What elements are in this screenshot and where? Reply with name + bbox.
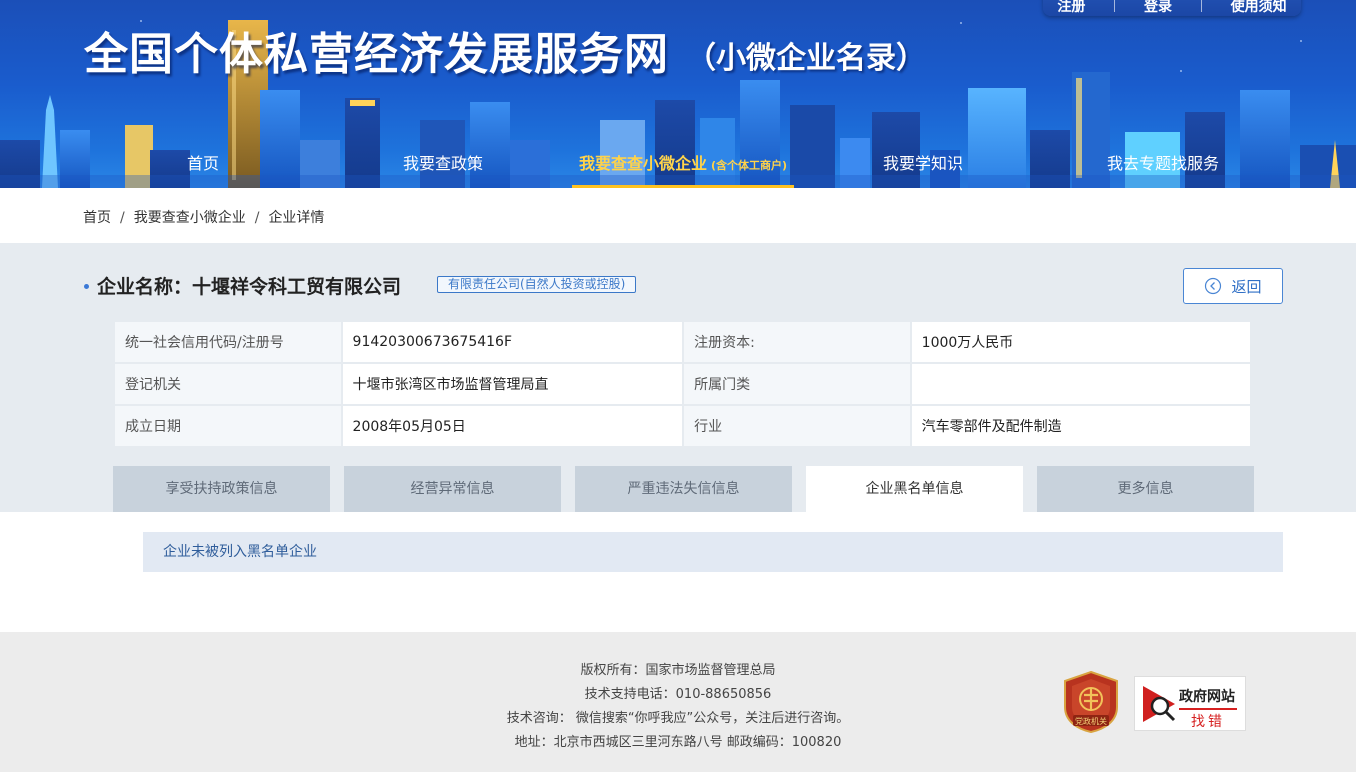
nav-home[interactable]: 首页 bbox=[160, 144, 246, 188]
nav-topic-services-label: 我去专题找服务 bbox=[1106, 154, 1219, 173]
gov-site-label: 政府网站 bbox=[1179, 689, 1235, 705]
party-badge-label: 党政机关 bbox=[1075, 716, 1107, 726]
industry-label: 行业 bbox=[682, 404, 912, 448]
tab-support-policy[interactable]: 享受扶持政策信息 bbox=[113, 466, 330, 512]
company-name: 企业名称：十堰祥令科工贸有限公司 bbox=[97, 276, 402, 298]
gov-site-error-report-badge[interactable]: 政府网站 找错 bbox=[1134, 676, 1246, 731]
register-link[interactable]: 注册 bbox=[1057, 0, 1085, 16]
industry-value: 汽车零部件及配件制造 bbox=[909, 404, 1253, 448]
founded-date-label: 成立日期 bbox=[113, 404, 343, 448]
site-subtitle: （小微企业名录） bbox=[686, 41, 926, 76]
credit-code-value: 91420300673675416F bbox=[340, 320, 685, 364]
company-type-badge: 有限责任公司(自然人投资或控股) bbox=[437, 276, 637, 293]
divider bbox=[1200, 0, 1202, 12]
party-government-badge-icon[interactable]: 党政机关 bbox=[1063, 671, 1119, 733]
top-account-bar: 注册 登录 使用须知 bbox=[1043, 0, 1301, 16]
nav-policy[interactable]: 我要查政策 bbox=[388, 144, 498, 188]
category-value bbox=[909, 362, 1253, 406]
blacklist-result: 企业未被列入黑名单企业 bbox=[143, 532, 1283, 572]
tab-blacklist[interactable]: 企业黑名单信息 bbox=[806, 466, 1023, 512]
credit-code-label: 统一社会信用代码/注册号 bbox=[113, 320, 343, 364]
registered-capital-label: 注册资本: bbox=[682, 320, 912, 364]
back-button-label: 返回 bbox=[1231, 277, 1262, 296]
nav-policy-label: 我要查政策 bbox=[402, 154, 483, 173]
nav-small-business-label: 我要查查小微企业 bbox=[578, 154, 707, 173]
nav-small-business-note: (含个体工商户) bbox=[710, 159, 788, 172]
tab-more-info[interactable]: 更多信息 bbox=[1037, 466, 1254, 512]
footer-address: 地址：北京市西城区三里河东路八号 邮政编码：100820 bbox=[514, 735, 842, 750]
table-row: 统一社会信用代码/注册号 91420300673675416F 注册资本: 10… bbox=[113, 320, 1253, 364]
registration-authority-label: 登记机关 bbox=[113, 362, 343, 406]
site-header: 全国个体私营经济发展服务网 （小微企业名录） 注册 登录 使用须知 首页 我要查… bbox=[0, 0, 1356, 188]
registered-capital-value: 1000万人民币 bbox=[909, 320, 1253, 364]
nav-knowledge[interactable]: 我要学知识 bbox=[868, 144, 978, 188]
company-info-table: 统一社会信用代码/注册号 91420300673675416F 注册资本: 10… bbox=[113, 320, 1253, 448]
nav-topic-services[interactable]: 我去专题找服务 bbox=[1096, 144, 1230, 188]
site-title: 全国个体私营经济发展服务网 bbox=[84, 29, 669, 80]
table-row: 登记机关 十堰市张湾区市场监督管理局直 所属门类 bbox=[113, 362, 1253, 406]
nav-small-business[interactable]: 我要查查小微企业 (含个体工商户) bbox=[572, 144, 794, 188]
find-error-label: 找错 bbox=[1179, 708, 1237, 731]
main-nav: 首页 我要查政策 我要查查小微企业 (含个体工商户) 我要学知识 我去专题找服务 bbox=[0, 144, 1356, 188]
founded-date-value: 2008年05月05日 bbox=[340, 404, 685, 448]
divider bbox=[1114, 0, 1116, 12]
breadcrumb-small-business[interactable]: 我要查查小微企业 bbox=[134, 210, 246, 226]
table-row: 成立日期 2008年05月05日 行业 汽车零部件及配件制造 bbox=[113, 404, 1253, 448]
breadcrumb-separator: / bbox=[120, 210, 125, 226]
breadcrumb-current: 企业详情 bbox=[268, 210, 325, 226]
login-link[interactable]: 登录 bbox=[1144, 0, 1172, 16]
back-button[interactable]: 返回 bbox=[1183, 268, 1283, 304]
registration-authority-value: 十堰市张湾区市场监督管理局直 bbox=[340, 362, 685, 406]
category-label: 所属门类 bbox=[682, 362, 912, 406]
breadcrumb: 首页 / 我要查查小微企业 / 企业详情 bbox=[83, 207, 324, 227]
bullet-icon bbox=[84, 284, 89, 289]
tab-serious-violation[interactable]: 严重违法失信信息 bbox=[575, 466, 792, 512]
magnifier-flag-icon bbox=[1143, 686, 1176, 722]
breadcrumb-home[interactable]: 首页 bbox=[83, 210, 111, 226]
nav-home-label: 首页 bbox=[186, 154, 219, 173]
tab-abnormal-operation[interactable]: 经营异常信息 bbox=[344, 466, 561, 512]
nav-knowledge-label: 我要学知识 bbox=[882, 154, 963, 173]
usage-notice-link[interactable]: 使用须知 bbox=[1231, 0, 1287, 16]
back-arrow-icon bbox=[1205, 277, 1222, 295]
breadcrumb-separator: / bbox=[254, 210, 260, 226]
